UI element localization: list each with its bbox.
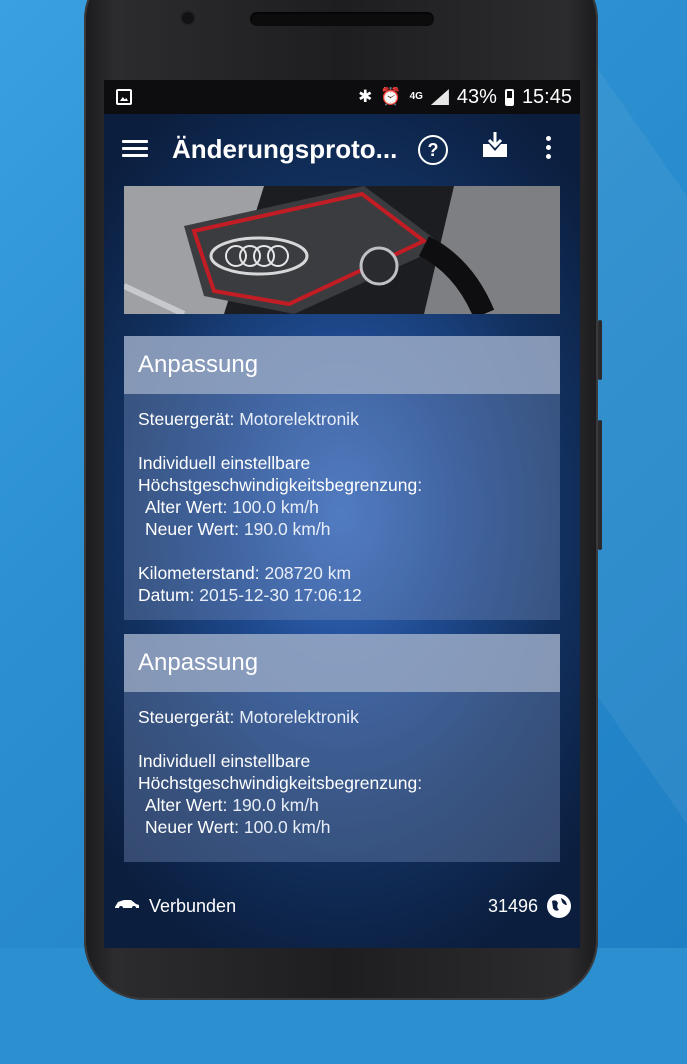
bluetooth-icon: ✱ xyxy=(358,87,373,106)
field-value: 190.0 km/h xyxy=(232,795,319,815)
card-body: Steuergerät: Motorelektronik Individuell… xyxy=(124,394,560,606)
download-icon[interactable] xyxy=(480,130,510,160)
field-value: Motorelektronik xyxy=(239,409,359,429)
status-bar: ✱ ⏰ 4G 43% 15:45 xyxy=(104,80,580,114)
field-label: Neuer Wert: xyxy=(145,519,240,539)
globe-icon[interactable] xyxy=(546,893,572,919)
field-value: Motorelektronik xyxy=(239,707,359,727)
description-line: Individuell einstellbare xyxy=(138,751,311,771)
4g-icon: 4G xyxy=(409,91,423,102)
car-icon xyxy=(115,900,139,910)
power-button xyxy=(598,420,602,550)
field-label: Alter Wert: xyxy=(145,795,228,815)
field-value: 208720 km xyxy=(264,563,352,583)
field-label: Steuergerät: xyxy=(138,707,235,727)
engine-photo xyxy=(124,186,560,314)
description-line: Höchstgeschwindigkeitsbegrenzung: xyxy=(138,773,423,793)
field-label: Neuer Wert: xyxy=(145,817,240,837)
field-label: Datum: xyxy=(138,585,195,605)
description-line: Individuell einstellbare xyxy=(138,453,311,473)
card-title: Anpassung xyxy=(124,634,560,692)
front-camera xyxy=(182,12,194,24)
phone-frame: ✱ ⏰ 4G 43% 15:45 Änderungsproto... ? Anp… xyxy=(84,0,602,1000)
screen: ✱ ⏰ 4G 43% 15:45 Änderungsproto... ? Anp… xyxy=(104,80,580,948)
card-body: Steuergerät: Motorelektronik Individuell… xyxy=(124,692,560,838)
more-icon[interactable] xyxy=(546,136,552,162)
earpiece-speaker xyxy=(250,12,434,26)
field-value: 100.0 km/h xyxy=(232,497,319,517)
page-title: Änderungsproto... xyxy=(172,134,398,164)
log-entry-card[interactable]: Anpassung Steuergerät: Motorelektronik I… xyxy=(124,634,560,862)
field-value: 2015-12-30 17:06:12 xyxy=(199,585,362,605)
volume-button xyxy=(598,320,602,380)
battery-icon xyxy=(504,88,514,106)
connection-status: Verbunden xyxy=(149,896,237,916)
help-icon[interactable]: ? xyxy=(418,135,448,165)
field-value: 190.0 km/h xyxy=(243,519,331,539)
field-label: Steuergerät: xyxy=(138,409,235,429)
field-value: 100.0 km/h xyxy=(243,817,331,837)
field-label: Kilometerstand: xyxy=(138,563,260,583)
image-icon xyxy=(116,89,132,105)
battery-percent: 43% xyxy=(456,85,497,108)
counter-value: 31496 xyxy=(487,896,538,916)
signal-icon xyxy=(430,89,449,105)
app-bar: Änderungsproto... ? xyxy=(104,114,580,184)
field-label: Alter Wert: xyxy=(145,497,228,517)
menu-icon[interactable] xyxy=(122,140,148,158)
log-entry-card[interactable]: Anpassung Steuergerät: Motorelektronik I… xyxy=(124,336,560,620)
description-line: Höchstgeschwindigkeitsbegrenzung: xyxy=(138,475,423,495)
status-icons: ✱ ⏰ 4G 43% 15:45 xyxy=(358,85,572,109)
bottom-status-bar: Verbunden 31496 xyxy=(104,886,580,926)
card-title: Anpassung xyxy=(124,336,560,394)
alarm-icon: ⏰ xyxy=(380,87,402,106)
clock: 15:45 xyxy=(521,85,572,108)
